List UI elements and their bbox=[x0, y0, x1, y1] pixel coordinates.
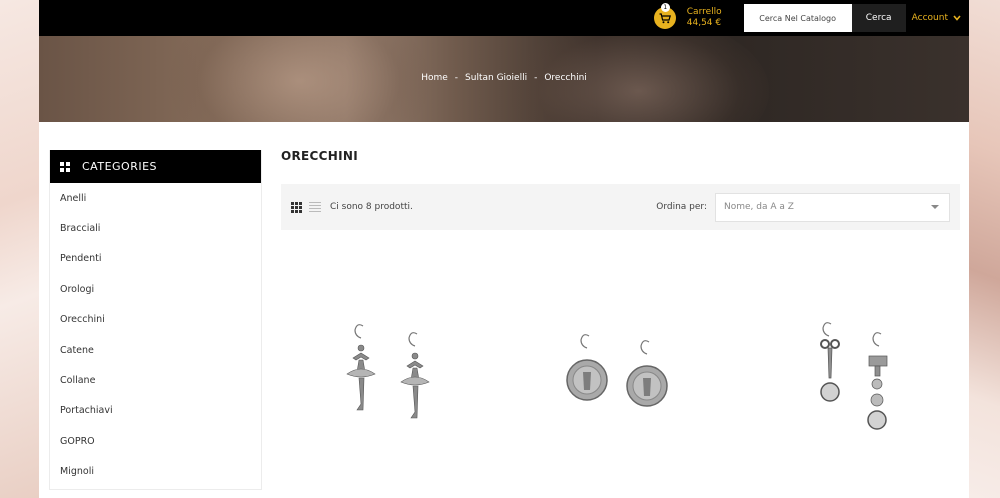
category-list: Anelli Bracciali Pendenti Orologi Orecch… bbox=[50, 183, 261, 487]
chevron-down-icon bbox=[953, 15, 961, 21]
page-background-right bbox=[968, 0, 1000, 498]
cart-button[interactable]: 1 Carrello 44,54 € bbox=[653, 0, 722, 36]
page-container: 1 Carrello 44,54 € Cerca Nel Catalogo Ce… bbox=[39, 0, 969, 498]
sewing-earrings-image bbox=[820, 322, 888, 430]
product-count: Ci sono 8 prodotti. bbox=[330, 202, 413, 212]
product-toolbar: Ci sono 8 prodotti. Ordina per: Nome, da… bbox=[281, 184, 960, 230]
product-card[interactable] bbox=[513, 272, 733, 498]
coin-earrings-image bbox=[566, 334, 668, 407]
breadcrumb-home[interactable]: Home bbox=[421, 73, 448, 83]
list-view-icon[interactable] bbox=[309, 201, 321, 213]
sort-select[interactable]: Nome, da A a Z bbox=[715, 192, 950, 222]
search-button[interactable]: Cerca bbox=[851, 4, 906, 32]
cart-total: 44,54 € bbox=[686, 18, 722, 28]
breadcrumb: Home - Sultan Gioielli - Orecchini bbox=[39, 73, 969, 83]
sort-label: Ordina per: bbox=[656, 202, 707, 212]
sidebar-item-catene[interactable]: Catene bbox=[50, 335, 261, 365]
sidebar-item-orecchini[interactable]: Orecchini bbox=[50, 305, 261, 335]
product-grid bbox=[281, 272, 961, 498]
product-card[interactable] bbox=[745, 272, 965, 498]
sidebar-item-pendenti[interactable]: Pendenti bbox=[50, 244, 261, 274]
caret-down-icon bbox=[931, 205, 939, 209]
sort-selected-value: Nome, da A a Z bbox=[724, 202, 794, 212]
grid-view-icon[interactable] bbox=[291, 201, 302, 213]
categories-grid-icon bbox=[60, 161, 70, 172]
category-sidebar: CATEGORIES Anelli Bracciali Pendenti Oro… bbox=[49, 150, 262, 490]
search-input[interactable]: Cerca Nel Catalogo bbox=[743, 4, 852, 32]
page-title: ORECCHINI bbox=[281, 149, 358, 163]
account-menu[interactable]: Account bbox=[912, 13, 961, 23]
cart-label: Carrello bbox=[686, 7, 722, 17]
categories-header: CATEGORIES bbox=[50, 150, 261, 183]
sidebar-item-gopro[interactable]: GOPRO bbox=[50, 426, 261, 456]
product-card[interactable] bbox=[281, 272, 501, 498]
cart-icon: 1 bbox=[653, 3, 676, 29]
breadcrumb-category[interactable]: Sultan Gioielli bbox=[465, 73, 527, 83]
categories-title: CATEGORIES bbox=[82, 160, 158, 173]
cart-count-badge: 1 bbox=[660, 3, 670, 12]
sidebar-item-mignoli[interactable]: Mignoli bbox=[50, 457, 261, 487]
breadcrumb-separator: - bbox=[534, 73, 538, 83]
hero-banner: Home - Sultan Gioielli - Orecchini bbox=[39, 36, 969, 122]
page-background-left bbox=[0, 0, 40, 498]
account-label: Account bbox=[911, 13, 948, 23]
ballerina-earrings-image bbox=[346, 324, 430, 419]
sidebar-item-collane[interactable]: Collane bbox=[50, 365, 261, 395]
sidebar-item-bracciali[interactable]: Bracciali bbox=[50, 213, 261, 243]
sidebar-item-orologi[interactable]: Orologi bbox=[50, 274, 261, 304]
sidebar-item-anelli[interactable]: Anelli bbox=[50, 183, 261, 213]
top-bar: 1 Carrello 44,54 € Cerca Nel Catalogo Ce… bbox=[39, 0, 969, 36]
breadcrumb-separator: - bbox=[454, 73, 459, 83]
breadcrumb-current: Orecchini bbox=[544, 73, 587, 83]
sidebar-item-portachiavi[interactable]: Portachiavi bbox=[50, 396, 261, 426]
